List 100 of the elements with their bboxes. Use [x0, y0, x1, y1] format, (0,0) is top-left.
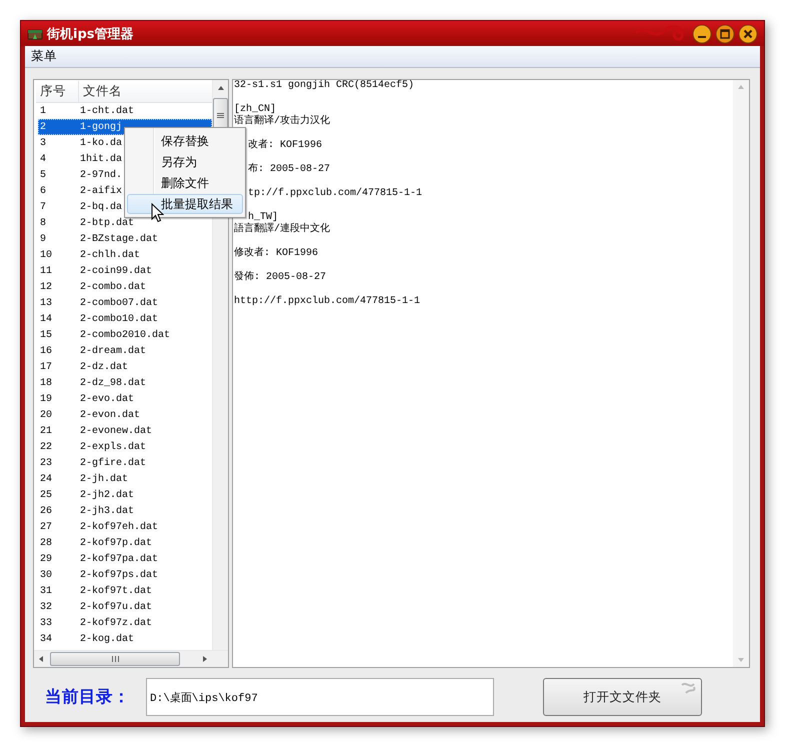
file-name: 2-kof97z.dat	[80, 618, 152, 628]
list-row[interactable]: 25 2-jh2.dat	[38, 487, 212, 503]
open-folder-button[interactable]: 打开文文件夹	[543, 678, 702, 716]
file-name: 2-evon.dat	[80, 410, 140, 420]
text-line: 語言翻譯/連段中文化	[234, 224, 330, 235]
column-header[interactable]: 文件名	[79, 81, 122, 102]
list-row[interactable]: 16 2-dream.dat	[38, 343, 212, 359]
list-row[interactable]: 13 2-combo07.dat	[38, 295, 212, 311]
text-line: 32-s1.s1 gongjih CRC(8514ecf5)	[234, 80, 414, 91]
close-icon[interactable]	[738, 24, 758, 44]
text-line: 布: 2005-08-27	[248, 164, 330, 175]
list-row[interactable]: 1 1-cht.dat	[38, 103, 212, 119]
file-name: 2-dz.dat	[80, 362, 128, 372]
list-row[interactable]: 27 2-kof97eh.dat	[38, 519, 212, 535]
list-row[interactable]: 32 2-kof97u.dat	[38, 599, 212, 615]
list-row[interactable]: 14 2-combo10.dat	[38, 311, 212, 327]
section-heading: [zh_CN]	[234, 104, 276, 115]
scrollbar-thumb[interactable]	[50, 652, 180, 666]
row-index: 24	[39, 474, 54, 484]
row-index: 18	[39, 378, 54, 388]
row-index: 16	[39, 346, 54, 356]
row-index: 34	[39, 634, 54, 644]
file-name: 2-dream.dat	[80, 346, 146, 356]
list-row[interactable]: 33 2-kof97z.dat	[38, 615, 212, 631]
row-index: 6	[39, 186, 48, 196]
row-index: 7	[39, 202, 48, 212]
row-index: 3	[39, 138, 48, 148]
list-row[interactable]: 22 2-expls.dat	[38, 439, 212, 455]
row-index: 22	[39, 442, 54, 452]
row-index: 29	[39, 554, 54, 564]
list-row[interactable]: 11 2-coin99.dat	[38, 263, 212, 279]
file-name: 2-evonew.dat	[80, 426, 152, 436]
text-line: http://f.ppxclub.com/477815-1-1	[234, 296, 420, 307]
text-line: 语言翻译/攻击力汉化	[234, 116, 330, 127]
row-index: 10	[39, 250, 54, 260]
minimize-icon[interactable]	[692, 24, 712, 44]
list-row[interactable]: 21 2-evonew.dat	[38, 423, 212, 439]
menu-item[interactable]: 菜单	[31, 48, 57, 65]
row-index: 31	[39, 586, 54, 596]
file-name: 1hit.da	[80, 154, 122, 164]
list-row[interactable]: 10 2-chlh.dat	[38, 247, 212, 263]
file-name: 2-kof97p.dat	[80, 538, 152, 548]
list-row[interactable]: 31 2-kof97t.dat	[38, 583, 212, 599]
window-title: 街机ips管理器	[47, 26, 134, 42]
row-index: 33	[39, 618, 54, 628]
row-index: 27	[39, 522, 54, 532]
file-name: 2-btp.dat	[80, 218, 134, 228]
file-name: 2-jh.dat	[80, 474, 128, 484]
list-row[interactable]: 9 2-BZstage.dat	[38, 231, 212, 247]
file-name: 2-jh3.dat	[80, 506, 134, 516]
file-name: 2-gfire.dat	[80, 458, 146, 468]
file-name: 2-kog.dat	[80, 634, 134, 644]
list-row[interactable]: 19 2-evo.dat	[38, 391, 212, 407]
file-name: 1-gongj	[80, 122, 122, 132]
row-index: 23	[39, 458, 54, 468]
row-index: 19	[39, 394, 54, 404]
list-row[interactable]: 24 2-jh.dat	[38, 471, 212, 487]
list-row[interactable]: 8 2-btp.dat	[38, 215, 212, 231]
list-row[interactable]: 26 2-jh3.dat	[38, 503, 212, 519]
row-index: 1	[39, 106, 48, 116]
list-row[interactable]: 17 2-dz.dat	[38, 359, 212, 375]
directory-field[interactable]: D:\桌面\ips\kof97	[146, 678, 494, 716]
row-index: 12	[39, 282, 54, 292]
chest-icon	[27, 27, 43, 40]
list-row[interactable]: 20 2-evon.dat	[38, 407, 212, 423]
file-name: 2-evo.dat	[80, 394, 134, 404]
list-row[interactable]: 30 2-kof97ps.dat	[38, 567, 212, 583]
row-index: 9	[39, 234, 48, 244]
maximize-icon[interactable]	[715, 24, 735, 44]
row-index: 14	[39, 314, 54, 324]
file-name: 2-BZstage.dat	[80, 234, 158, 244]
text-line: 改者: KOF1996	[248, 140, 322, 151]
list-row[interactable]: 29 2-kof97pa.dat	[38, 551, 212, 567]
file-name: 2-97nd.	[80, 170, 122, 180]
list-row[interactable]: 34 2-kog.dat	[38, 631, 212, 647]
text-line: 修改者: KOF1996	[234, 248, 318, 259]
list-row[interactable]: 28 2-kof97p.dat	[38, 535, 212, 551]
text-line: tp://f.ppxclub.com/477815-1-1	[248, 188, 422, 199]
file-name: 2-kof97pa.dat	[80, 554, 158, 564]
list-row[interactable]: 15 2-combo2010.dat	[38, 327, 212, 343]
list-row[interactable]: 23 2-gfire.dat	[38, 455, 212, 471]
row-index: 21	[39, 426, 54, 436]
file-name: 1-cht.dat	[80, 106, 134, 116]
row-index: 11	[39, 266, 54, 276]
row-index: 32	[39, 602, 54, 612]
swirl-ornament-icon	[680, 681, 698, 695]
row-index: 25	[39, 490, 54, 500]
column-header[interactable]: 序号	[36, 81, 79, 102]
file-name: 2-chlh.dat	[80, 250, 140, 260]
list-row[interactable]: 12 2-combo.dat	[38, 279, 212, 295]
file-name: 2-expls.dat	[80, 442, 146, 452]
file-name: 2-kof97t.dat	[80, 586, 152, 596]
list-row[interactable]: 18 2-dz_98.dat	[38, 375, 212, 391]
row-index: 15	[39, 330, 54, 340]
menu-item[interactable]: 批量提取结果	[127, 194, 243, 214]
file-name: 2-jh2.dat	[80, 490, 134, 500]
directory-label: 当前目录：	[45, 686, 131, 708]
file-name: 2-kof97ps.dat	[80, 570, 158, 580]
row-index: 8	[39, 218, 48, 228]
row-index: 4	[39, 154, 48, 164]
